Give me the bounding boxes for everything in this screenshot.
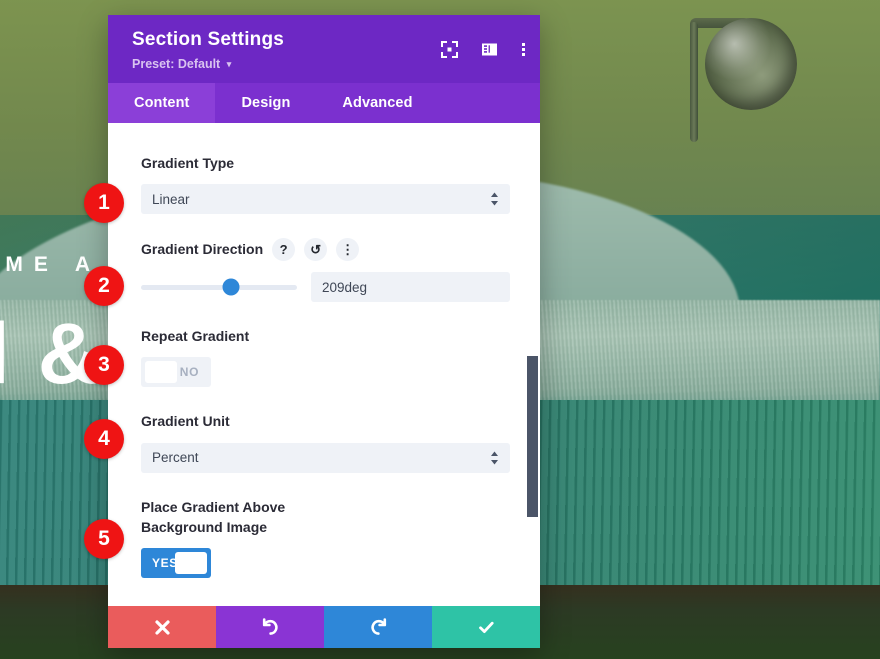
modal-scrollbar[interactable] (527, 123, 538, 606)
save-button[interactable] (432, 606, 540, 648)
gradient-unit-select-wrap: Percent (141, 442, 510, 473)
gradient-type-select[interactable]: Linear (141, 184, 510, 215)
modal-footer (108, 606, 540, 648)
gradient-type-value: Linear (152, 191, 190, 207)
redo-icon (369, 617, 388, 637)
modal-tabs: Content Design Advanced (108, 82, 540, 123)
slider-thumb[interactable] (222, 278, 240, 296)
undo-icon (261, 617, 280, 637)
field-repeat-gradient: Repeat Gradient NO (141, 326, 510, 388)
repeat-gradient-label: Repeat Gradient (141, 326, 510, 346)
reset-icon[interactable]: ↺ (304, 238, 328, 262)
gradient-unit-select[interactable]: Percent (141, 442, 510, 473)
gradient-type-select-wrap: Linear (141, 184, 510, 215)
close-icon (154, 619, 171, 636)
field-gradient-direction: Gradient Direction ? ↺ ⋮ (141, 238, 510, 303)
scrollbar-thumb[interactable] (527, 355, 538, 517)
help-icon[interactable]: ? (272, 238, 296, 262)
tab-advanced[interactable]: Advanced (316, 83, 438, 123)
gradient-unit-value: Percent (152, 450, 199, 466)
section-settings-modal: Section Settings Preset: Default ▾ Conte… (108, 15, 540, 648)
lamp-globe-icon (705, 18, 797, 110)
repeat-gradient-state: NO (179, 365, 199, 380)
place-gradient-above-label: Place Gradient Above Background Image (141, 497, 510, 538)
tab-content[interactable]: Content (108, 82, 216, 123)
chevron-down-icon: ▾ (226, 58, 232, 69)
gradient-direction-label-text: Gradient Direction (141, 241, 264, 258)
reset-icon-glyph: ↺ (310, 242, 322, 258)
preset-selector[interactable]: Preset: Default ▾ (132, 57, 522, 71)
step-badge-3: 3 (84, 345, 124, 385)
step-badge-1: 1 (84, 183, 124, 223)
more-vertical-icon-glyph: ⋮ (341, 242, 355, 258)
place-gradient-above-toggle[interactable]: YES (141, 548, 211, 579)
gradient-type-label: Gradient Type (141, 153, 510, 173)
gradient-direction-label: Gradient Direction ? ↺ ⋮ (141, 238, 510, 262)
focus-icon[interactable] (441, 41, 458, 58)
lamp-arm (690, 22, 698, 142)
step-badge-5: 5 (84, 519, 124, 559)
tab-design[interactable]: Design (215, 83, 316, 123)
check-icon (477, 618, 496, 637)
toggle-knob (175, 552, 207, 575)
gradient-unit-label-text: Gradient Unit (141, 413, 230, 430)
repeat-gradient-label-text: Repeat Gradient (141, 328, 250, 345)
repeat-gradient-toggle[interactable]: NO (141, 357, 211, 388)
gradient-direction-input[interactable] (311, 272, 510, 303)
toggle-knob (145, 361, 177, 384)
gradient-type-label-text: Gradient Type (141, 154, 235, 171)
layout-panel-icon[interactable] (481, 41, 498, 58)
gradient-unit-label: Gradient Unit (141, 411, 510, 431)
more-vertical-icon[interactable]: ⋮ (336, 238, 360, 262)
gradient-direction-slider-row (141, 272, 510, 303)
modal-header-icons (441, 41, 526, 58)
slider-track (141, 284, 297, 290)
gradient-direction-slider[interactable] (141, 277, 297, 297)
preset-label: Preset: Default (132, 56, 221, 71)
cancel-button[interactable] (108, 606, 216, 648)
help-icon-glyph: ? (279, 242, 288, 258)
place-gradient-above-label-text: Place Gradient Above Background Image (141, 498, 286, 535)
field-place-gradient-above: Place Gradient Above Background Image YE… (141, 497, 510, 579)
modal-body: Gradient Type Linear Gradient Direction (108, 122, 540, 606)
modal-header: Section Settings Preset: Default ▾ (108, 15, 540, 83)
redo-button[interactable] (324, 606, 432, 648)
step-badge-4: 4 (84, 419, 124, 459)
step-badge-2: 2 (84, 266, 124, 306)
field-gradient-type: Gradient Type Linear (141, 153, 510, 215)
more-vertical-icon[interactable] (521, 41, 526, 58)
undo-button[interactable] (216, 606, 324, 648)
field-gradient-unit: Gradient Unit Percent (141, 411, 510, 473)
place-gradient-above-state: YES (152, 556, 178, 571)
